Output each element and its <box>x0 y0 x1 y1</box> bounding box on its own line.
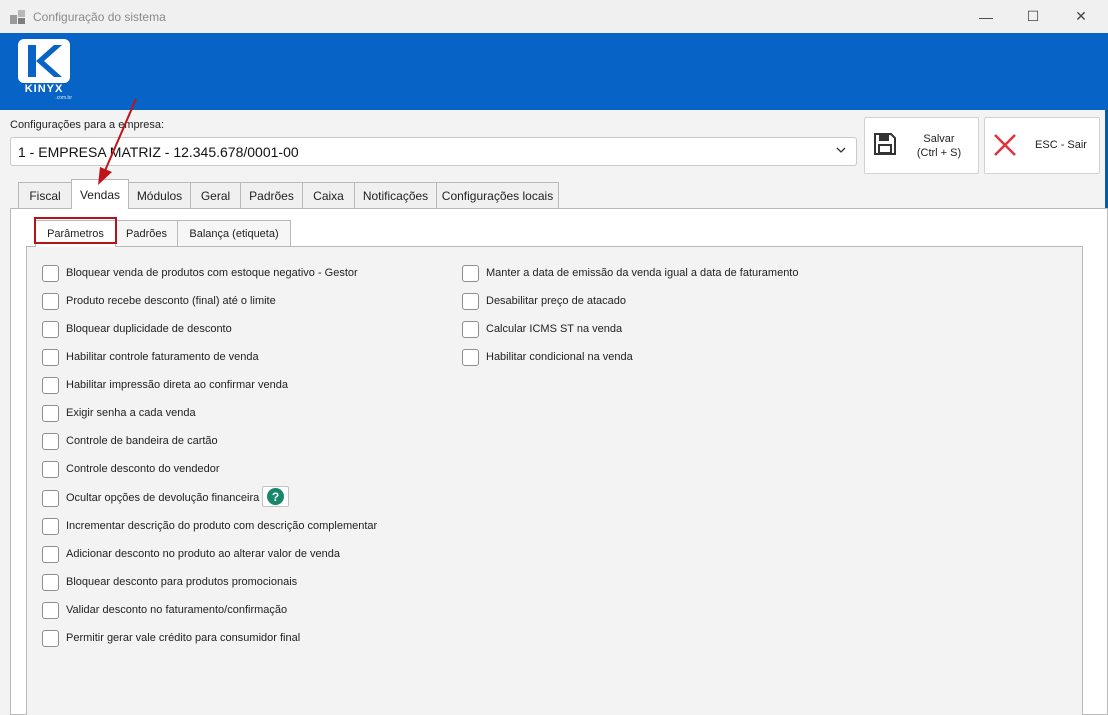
checkbox[interactable] <box>42 517 59 535</box>
maximize-icon: ☐ <box>1026 8 1040 24</box>
checkbox[interactable] <box>42 489 59 507</box>
option-row[interactable]: Bloquear desconto para produtos promocio… <box>42 572 297 592</box>
highlight-box <box>34 217 117 244</box>
maximize-button[interactable]: ☐ <box>1010 0 1056 33</box>
option-row[interactable]: Habilitar impressão direta ao confirmar … <box>42 375 288 395</box>
chevron-down-icon <box>836 147 846 153</box>
option-row[interactable]: Permitir gerar vale crédito para consumi… <box>42 628 300 648</box>
checkbox[interactable] <box>42 348 59 366</box>
option-label: Validar desconto no faturamento/confirma… <box>66 604 288 616</box>
option-label: Habilitar impressão direta ao confirmar … <box>66 379 288 391</box>
option-row[interactable]: Manter a data de emissão da venda igual … <box>462 263 799 283</box>
logo-text: KINYX <box>24 83 64 95</box>
option-label: Bloquear desconto para produtos promocio… <box>66 576 298 588</box>
floppy-disk-icon <box>874 133 896 155</box>
option-label: Incrementar descrição do produto com des… <box>66 520 378 532</box>
checkbox[interactable] <box>42 320 59 338</box>
header-banner: KINYX .com.br <box>0 33 1108 110</box>
help-button[interactable]: ? <box>262 486 289 507</box>
kinyx-logo-icon <box>18 39 70 83</box>
subtab-padroes[interactable]: Padrões <box>115 220 178 246</box>
checkbox[interactable] <box>42 601 59 619</box>
tab-caixa[interactable]: Caixa <box>302 182 355 208</box>
option-row[interactable]: Bloquear duplicidade de desconto <box>42 319 232 339</box>
option-label: Controle desconto do vendedor <box>66 463 220 475</box>
annotation-arrow-icon <box>98 98 137 185</box>
option-label: Adicionar desconto no produto ao alterar… <box>66 548 340 560</box>
option-label: Produto recebe desconto (final) até o li… <box>66 295 276 307</box>
app-icon <box>10 10 25 24</box>
logo-subtext: .com.br <box>55 95 72 101</box>
option-label: Habilitar condicional na venda <box>486 351 633 363</box>
tab-geral[interactable]: Geral <box>190 182 241 208</box>
checkbox[interactable] <box>462 348 479 366</box>
checkbox[interactable] <box>42 629 59 647</box>
close-window-button[interactable]: ✕ <box>1058 0 1104 33</box>
option-row[interactable]: Incrementar descrição do produto com des… <box>42 516 377 536</box>
checkbox[interactable] <box>42 432 59 450</box>
option-label: Controle de bandeira de cartão <box>66 435 218 447</box>
option-label: Permitir gerar vale crédito para consumi… <box>66 632 301 644</box>
window-title: Configuração do sistema <box>33 10 166 24</box>
exit-button-label: ESC - Sair <box>1035 139 1087 151</box>
tab-padroes[interactable]: Padrões <box>240 182 303 208</box>
save-button-label: Salvar (Ctrl + S) <box>916 133 962 159</box>
close-icon: ✕ <box>1075 8 1087 24</box>
question-mark-icon: ? <box>267 488 284 505</box>
checkbox[interactable] <box>462 264 479 282</box>
minimize-button[interactable]: — <box>963 0 1009 33</box>
checkbox[interactable] <box>42 404 59 422</box>
option-row[interactable]: Desabilitar preço de atacado <box>462 291 626 311</box>
option-row[interactable]: Validar desconto no faturamento/confirma… <box>42 600 287 620</box>
checkbox[interactable] <box>42 376 59 394</box>
option-label: Bloquear duplicidade de desconto <box>66 323 232 335</box>
tab-fiscal[interactable]: Fiscal <box>18 182 72 208</box>
option-label: Ocultar opções de devolução financeira <box>66 492 260 504</box>
option-row[interactable]: Calcular ICMS ST na venda <box>462 319 622 339</box>
checkbox[interactable] <box>42 292 59 310</box>
option-row[interactable]: Ocultar opções de devolução financeira <box>42 488 259 508</box>
exit-button[interactable]: ESC - Sair <box>984 117 1100 174</box>
option-row[interactable]: Exigir senha a cada venda <box>42 403 196 423</box>
option-row[interactable]: Controle de bandeira de cartão <box>42 431 218 451</box>
option-row[interactable]: Controle desconto do vendedor <box>42 459 220 479</box>
checkbox[interactable] <box>462 292 479 310</box>
option-row[interactable]: Habilitar condicional na venda <box>462 347 633 367</box>
option-label: Calcular ICMS ST na venda <box>486 323 623 335</box>
checkbox[interactable] <box>42 264 59 282</box>
tab-configuracoes-locais[interactable]: Configurações locais <box>436 182 559 208</box>
option-row[interactable]: Produto recebe desconto (final) até o li… <box>42 291 276 311</box>
subtab-balanca[interactable]: Balança (etiqueta) <box>177 220 291 246</box>
title-bar <box>0 0 1108 33</box>
tab-notificacoes[interactable]: Notificações <box>354 182 437 208</box>
option-label: Bloquear venda de produtos com estoque n… <box>66 267 358 279</box>
checkbox[interactable] <box>42 573 59 591</box>
option-label: Exigir senha a cada venda <box>66 407 196 419</box>
option-label: Manter a data de emissão da venda igual … <box>486 267 799 279</box>
option-label: Desabilitar preço de atacado <box>486 295 627 307</box>
checkbox[interactable] <box>42 545 59 563</box>
checkbox[interactable] <box>462 320 479 338</box>
option-row[interactable]: Bloquear venda de produtos com estoque n… <box>42 263 358 283</box>
minimize-icon: — <box>979 8 993 25</box>
option-row[interactable]: Habilitar controle faturamento de venda <box>42 347 259 367</box>
close-icon <box>994 134 1016 156</box>
checkbox[interactable] <box>42 460 59 478</box>
company-select-value: 1 - EMPRESA MATRIZ - 12.345.678/0001-00 <box>18 144 299 160</box>
option-row[interactable]: Adicionar desconto no produto ao alterar… <box>42 544 340 564</box>
save-button[interactable]: Salvar (Ctrl + S) <box>864 117 979 174</box>
option-label: Habilitar controle faturamento de venda <box>66 351 259 363</box>
